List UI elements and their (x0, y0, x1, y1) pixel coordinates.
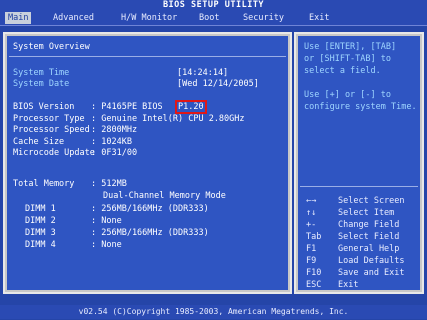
system-time-label: System Time (13, 68, 70, 78)
menu-tab-security[interactable]: Security (240, 12, 287, 24)
copyright-footer: v02.54 (C)Copyright 1985-2003, American … (0, 305, 427, 319)
key-f10: F10 (306, 268, 322, 278)
system-date-label: System Date (13, 79, 70, 89)
bios-title: BIOS SETUP UTILITY (0, 0, 427, 11)
help-panel-content: Use [ENTER], [TAB] or [SHIFT-TAB] to sel… (298, 36, 420, 290)
key-f9: F9 (306, 256, 317, 266)
menu-tab-exit[interactable]: Exit (306, 12, 332, 24)
microcode-label: Microcode Update (13, 148, 95, 158)
key-select-screen: ←→ (306, 196, 317, 206)
help-line-1: Use [ENTER], [TAB] (304, 42, 397, 52)
key-desc-general-help: General Help (338, 244, 400, 254)
cache-size-label: Cache Size (13, 137, 65, 147)
system-date-field[interactable]: [Wed 12/14/2005] (177, 79, 259, 89)
processor-speed-label: Processor Speed (13, 125, 90, 135)
bios-version-value: : P4165PE BIOS (91, 102, 163, 112)
menu-tab-advanced[interactable]: Advanced (50, 12, 97, 24)
dimm-4-label: DIMM 4 (25, 240, 56, 250)
dimm-3-label: DIMM 3 (25, 228, 56, 238)
menu-tab-boot[interactable]: Boot (196, 12, 222, 24)
bios-version-label: BIOS Version (13, 102, 75, 112)
dimm-3-value: : 256MB/166MHz (DDR333) (91, 228, 209, 238)
key-f1: F1 (306, 244, 317, 254)
help-line-2: or [SHIFT-TAB] to (304, 54, 391, 64)
processor-type-value: : Genuine Intel(R) CPU 2.80GHz (91, 114, 245, 124)
key-desc-select-field: Select Field (338, 232, 400, 242)
total-memory-label: Total Memory (13, 179, 75, 189)
total-memory-value: : 512MB (91, 179, 127, 189)
processor-type-label: Processor Type (13, 114, 85, 124)
key-desc-select-screen: Select Screen (338, 196, 405, 206)
main-panel-content: System Overview System Time [14:24:14] S… (7, 36, 288, 290)
key-desc-exit: Exit (338, 280, 359, 290)
bios-screen: BIOS SETUP UTILITY Main Advanced H/W Mon… (0, 0, 427, 320)
divider (300, 186, 418, 187)
key-desc-load-defaults: Load Defaults (338, 256, 405, 266)
key-desc-select-item: Select Item (338, 208, 395, 218)
help-panel: Use [ENTER], [TAB] or [SHIFT-TAB] to sel… (294, 32, 424, 294)
key-desc-save-exit: Save and Exit (338, 268, 405, 278)
main-panel: System Overview System Time [14:24:14] S… (3, 32, 292, 294)
help-line-3: select a field. (304, 66, 381, 76)
system-time-field[interactable]: [14:24:14] (177, 68, 228, 78)
menu-bar: Main Advanced H/W Monitor Boot Security … (0, 11, 427, 26)
key-tab: Tab (306, 232, 322, 242)
dimm-4-value: : None (91, 240, 122, 250)
section-title: System Overview (13, 42, 90, 52)
dimm-1-label: DIMM 1 (25, 204, 56, 214)
key-esc: ESC (306, 280, 322, 290)
help-line-5: configure system Time. (304, 102, 417, 112)
key-select-item: ↑↓ (306, 208, 317, 218)
dimm-1-value: : 256MB/166MHz (DDR333) (91, 204, 209, 214)
microcode-value: : 0F31/00 (91, 148, 138, 158)
key-desc-change-field: Change Field (338, 220, 400, 230)
dimm-2-value: : None (91, 216, 122, 226)
divider (9, 56, 286, 57)
key-change-field: +- (306, 220, 317, 230)
memory-mode: Dual-Channel Memory Mode (103, 191, 226, 201)
dimm-2-label: DIMM 2 (25, 216, 56, 226)
menu-tab-hw-monitor[interactable]: H/W Monitor (118, 12, 180, 24)
help-line-4: Use [+] or [-] to (304, 90, 391, 100)
processor-speed-value: : 2800MHz (91, 125, 138, 135)
cache-size-value: : 1024KB (91, 137, 132, 147)
menu-tab-main[interactable]: Main (5, 12, 32, 24)
bios-version-highlight: P1.20 (175, 100, 207, 114)
